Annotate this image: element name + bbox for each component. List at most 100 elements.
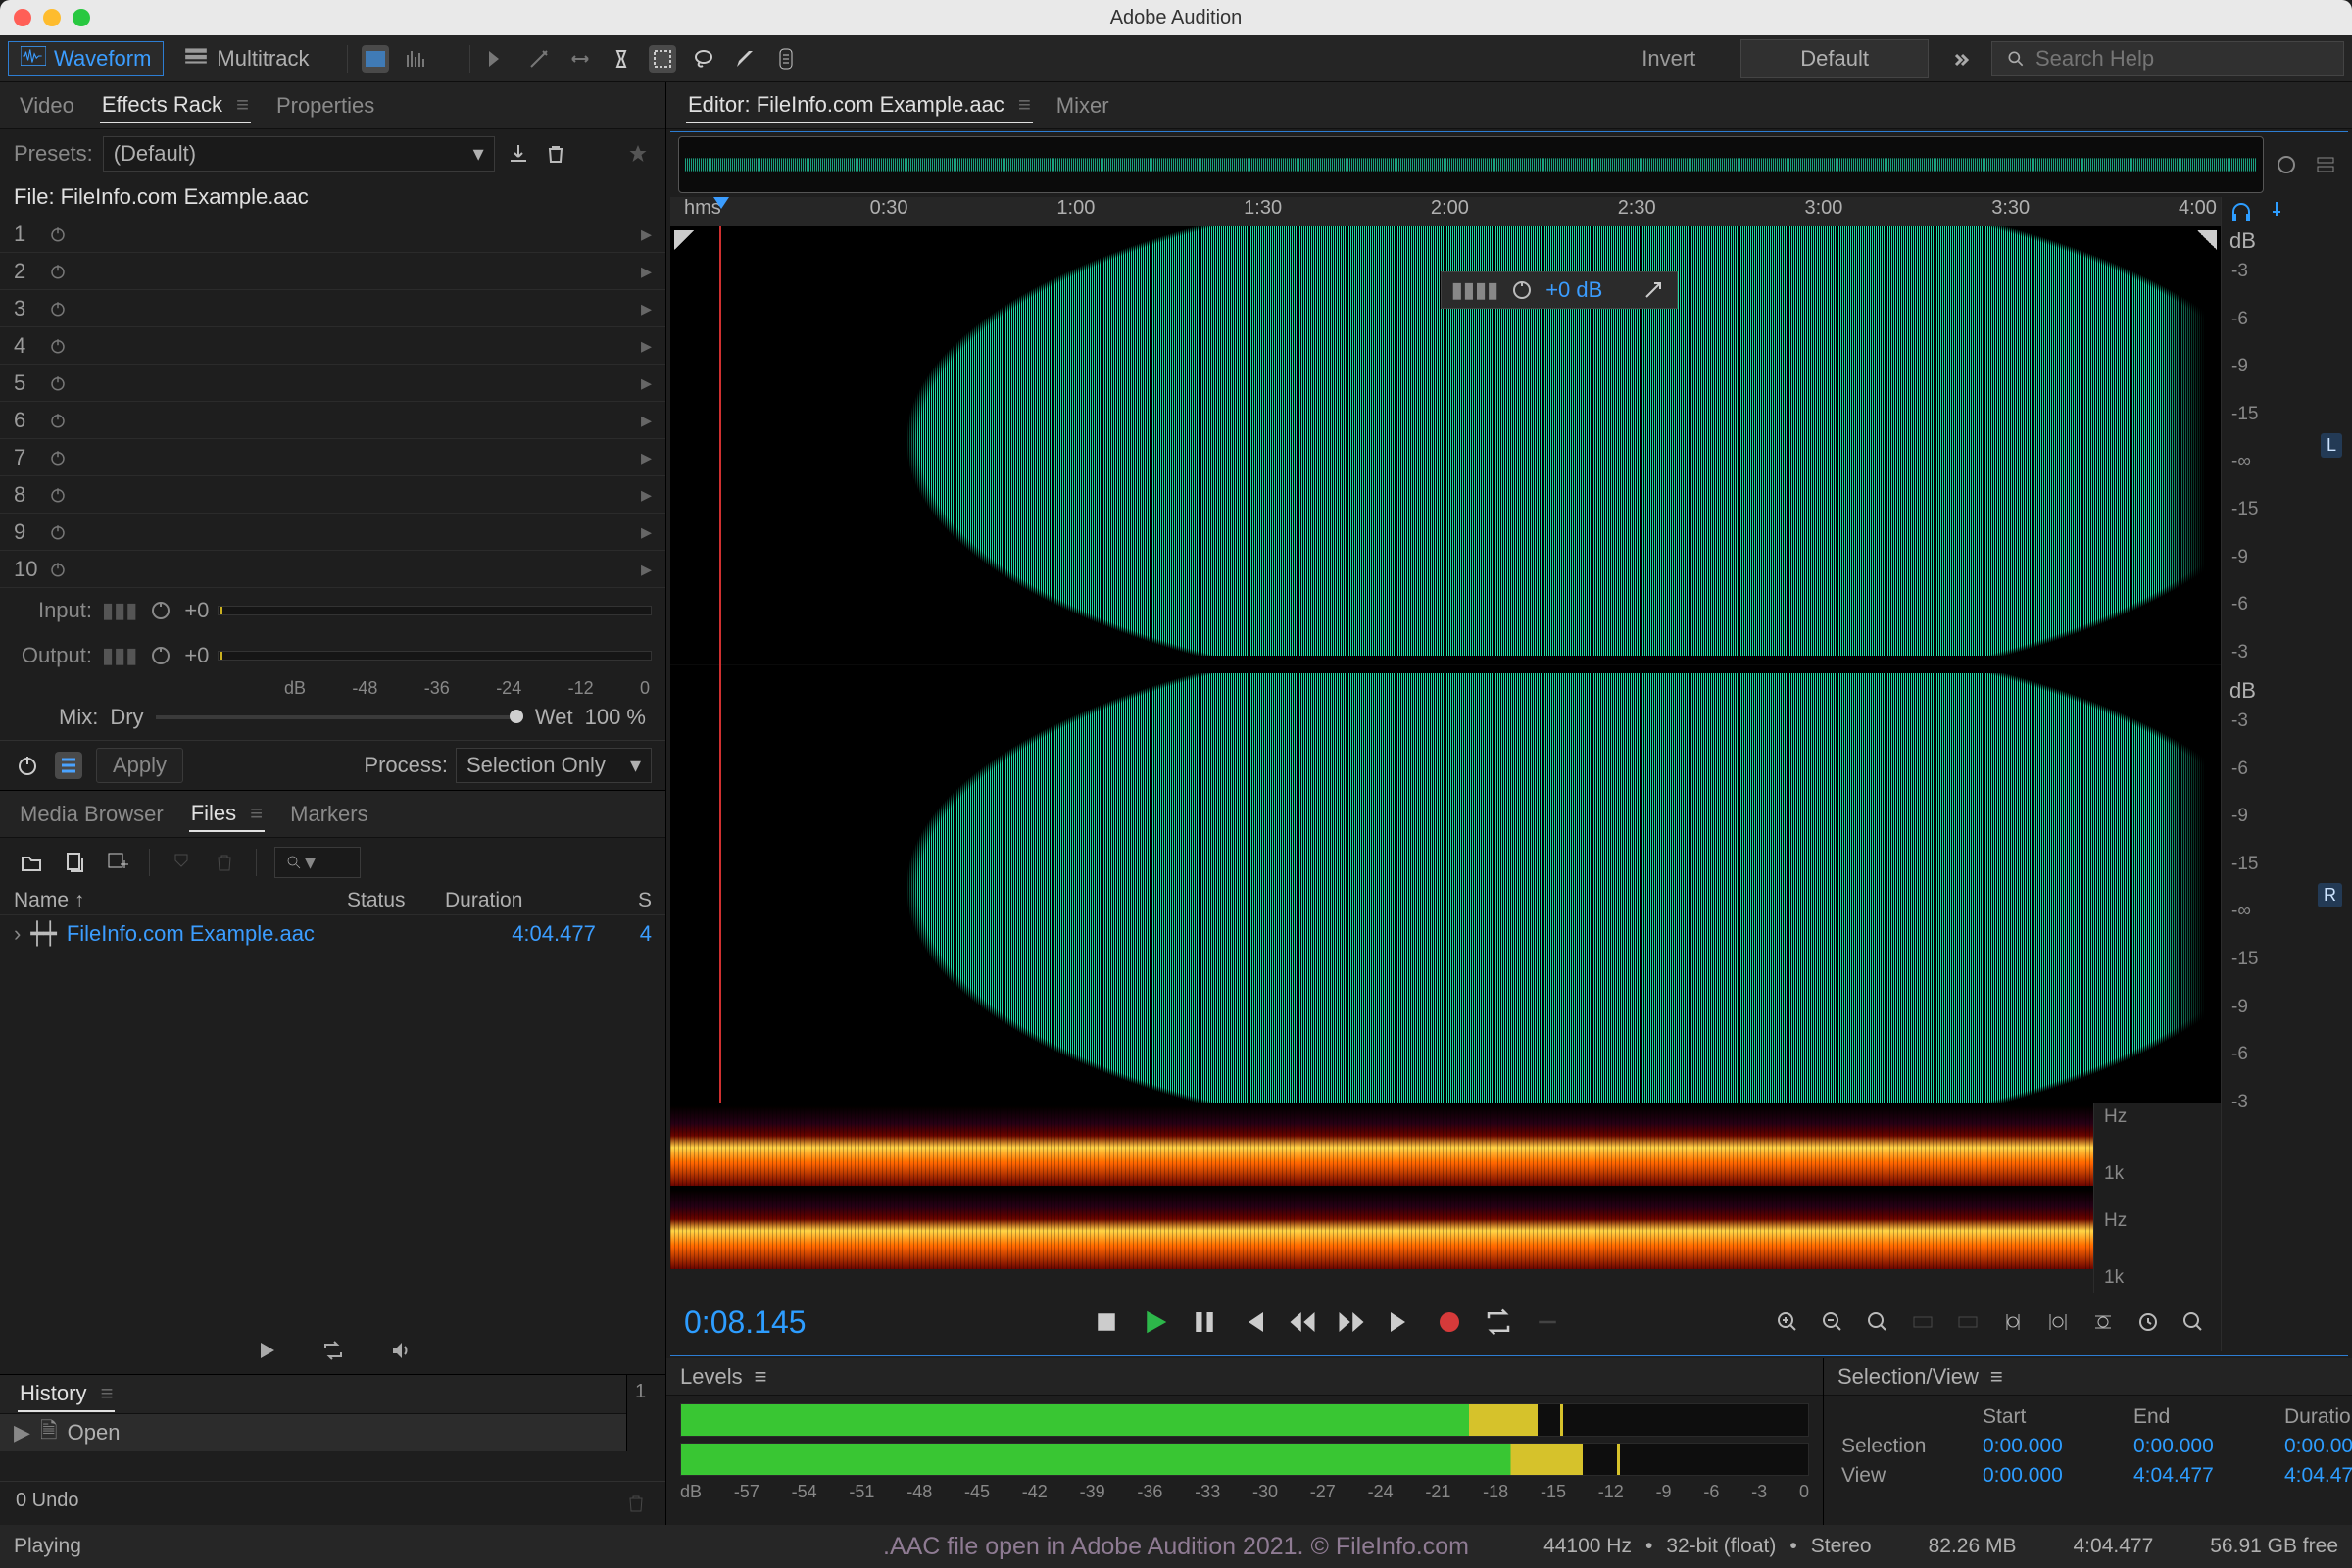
fx-slot[interactable]: 6 ▸ — [0, 402, 665, 439]
fade-in-handle[interactable] — [674, 230, 694, 250]
zoom-clock-icon[interactable] — [2134, 1308, 2162, 1336]
zoom-selection-icon[interactable] — [2272, 150, 2301, 179]
hud-volume[interactable]: ▮▮▮▮ +0 dB — [1441, 271, 1679, 309]
mix-pct[interactable]: 100 % — [585, 705, 646, 730]
spectral-freq-icon[interactable] — [403, 45, 430, 73]
fx-slot[interactable]: 1 ▸ — [0, 216, 665, 253]
slip-tool-icon[interactable] — [566, 45, 594, 73]
hud-db-value[interactable]: +0 dB — [1545, 277, 1602, 303]
workspace-selector[interactable]: Default — [1740, 39, 1929, 78]
search-input[interactable] — [2035, 46, 2329, 72]
sv-val[interactable]: 0:00.000 — [1983, 1435, 2120, 1458]
zoom-out-time-icon[interactable] — [2044, 1308, 2072, 1336]
save-preset-icon[interactable] — [505, 140, 532, 168]
zoom-in-freq-icon[interactable] — [2089, 1308, 2117, 1336]
skip-fwd-button[interactable] — [1386, 1307, 1415, 1337]
preview-loop-icon[interactable] — [319, 1337, 347, 1364]
power-icon[interactable] — [49, 263, 71, 280]
file-row[interactable]: › ┿┿ FileInfo.com Example.aac 4:04.477 4 — [0, 915, 665, 953]
search-help[interactable] — [1991, 41, 2344, 76]
new-file-icon[interactable] — [61, 849, 88, 876]
fx-slot[interactable]: 3 ▸ — [0, 290, 665, 327]
current-time[interactable]: 0:08.145 — [684, 1304, 880, 1341]
power-icon[interactable] — [49, 374, 71, 392]
view-waveform[interactable]: Waveform — [8, 41, 164, 76]
tab-files[interactable]: Files ≡ — [189, 797, 265, 832]
power-icon[interactable] — [49, 449, 71, 466]
chevron-right-icon[interactable]: ▸ — [641, 519, 652, 545]
preview-autoplay-icon[interactable] — [386, 1337, 414, 1364]
output-value[interactable]: +0 — [184, 643, 208, 668]
col-name[interactable]: Name — [14, 889, 69, 911]
spectral-pitch-icon[interactable] — [362, 45, 389, 73]
playhead-line[interactable] — [719, 226, 721, 1102]
panel-menu-icon[interactable]: ≡ — [1018, 92, 1031, 117]
tab-editor[interactable]: Editor: FileInfo.com Example.aac ≡ — [686, 88, 1033, 123]
time-select-icon[interactable] — [608, 45, 635, 73]
view-multitrack[interactable]: Multitrack — [172, 42, 320, 75]
mix-slider[interactable] — [156, 715, 523, 719]
minimize-window[interactable] — [43, 9, 61, 26]
time-ruler[interactable]: hms0:301:001:302:002:303:003:304:00 — [670, 197, 2221, 226]
col-extra[interactable]: S — [582, 889, 652, 912]
fx-slot[interactable]: 2 ▸ — [0, 253, 665, 290]
chevron-right-icon[interactable]: ▸ — [641, 408, 652, 433]
process-dropdown[interactable]: Selection Only ▾ — [456, 748, 652, 783]
pin-icon[interactable] — [2263, 198, 2290, 225]
fx-list-icon[interactable] — [55, 752, 82, 779]
power-icon[interactable] — [49, 523, 71, 541]
sv-val[interactable]: 4:04.477 — [2284, 1464, 2352, 1488]
headphones-icon[interactable] — [2228, 198, 2255, 225]
pause-button[interactable] — [1190, 1307, 1219, 1337]
tab-history[interactable]: History ≡ — [18, 1377, 115, 1412]
tab-media-browser[interactable]: Media Browser — [18, 798, 166, 831]
fade-out-handle[interactable] — [2197, 230, 2217, 250]
waveform-display[interactable]: ▮▮▮▮ +0 dB — [670, 226, 2221, 1102]
file-filter[interactable]: ▾ — [274, 847, 361, 878]
panel-menu-icon[interactable]: ≡ — [1990, 1364, 2003, 1390]
spot-heal-icon[interactable] — [772, 45, 800, 73]
channel-layout-icon[interactable] — [2311, 150, 2340, 179]
zoom-window[interactable] — [73, 9, 90, 26]
trash-icon[interactable] — [542, 140, 569, 168]
fx-power-icon[interactable] — [14, 752, 41, 779]
zoom-reset-icon[interactable] — [1864, 1308, 1891, 1336]
expand-icon[interactable]: › — [14, 921, 21, 947]
tab-properties[interactable]: Properties — [274, 89, 376, 122]
workspace-overflow-icon[interactable] — [1946, 45, 1974, 73]
panel-menu-icon[interactable]: ≡ — [250, 801, 263, 825]
fx-slot[interactable]: 7 ▸ — [0, 439, 665, 476]
channel-r-button[interactable]: R — [2318, 883, 2342, 907]
fx-slot[interactable]: 10 ▸ — [0, 551, 665, 588]
fx-slot[interactable]: 8 ▸ — [0, 476, 665, 514]
tab-markers[interactable]: Markers — [288, 798, 369, 831]
marquee-select-icon[interactable] — [649, 45, 676, 73]
lasso-select-icon[interactable] — [690, 45, 717, 73]
zoom-full-icon[interactable] — [2180, 1308, 2207, 1336]
col-status[interactable]: Status — [347, 889, 445, 912]
power-icon[interactable] — [49, 561, 71, 578]
record-button[interactable] — [1435, 1307, 1464, 1337]
input-knob-icon[interactable] — [147, 597, 174, 624]
power-icon[interactable] — [49, 412, 71, 429]
razor-tool-icon[interactable] — [525, 45, 553, 73]
history-item[interactable]: ▶ 🗎 Open — [0, 1414, 626, 1451]
sv-val[interactable]: 0:00.000 — [2284, 1435, 2352, 1458]
pin-icon[interactable] — [1640, 276, 1667, 304]
sv-val[interactable]: 0:00.000 — [1983, 1464, 2120, 1488]
input-value[interactable]: +0 — [184, 598, 208, 623]
power-icon[interactable] — [49, 300, 71, 318]
close-window[interactable] — [14, 9, 31, 26]
fx-slot[interactable]: 4 ▸ — [0, 327, 665, 365]
channel-l-button[interactable]: L — [2321, 433, 2342, 458]
sv-val[interactable]: 4:04.477 — [2133, 1464, 2271, 1488]
chevron-right-icon[interactable]: ▸ — [641, 557, 652, 582]
chevron-right-icon[interactable]: ▸ — [641, 333, 652, 359]
preview-play-icon[interactable] — [253, 1337, 280, 1364]
chevron-right-icon[interactable]: ▸ — [641, 445, 652, 470]
skip-back-button[interactable] — [1239, 1307, 1268, 1337]
panel-menu-icon[interactable]: ≡ — [101, 1381, 114, 1405]
brush-tool-icon[interactable] — [731, 45, 759, 73]
power-icon[interactable] — [49, 337, 71, 355]
panel-menu-icon[interactable]: ≡ — [755, 1364, 767, 1390]
